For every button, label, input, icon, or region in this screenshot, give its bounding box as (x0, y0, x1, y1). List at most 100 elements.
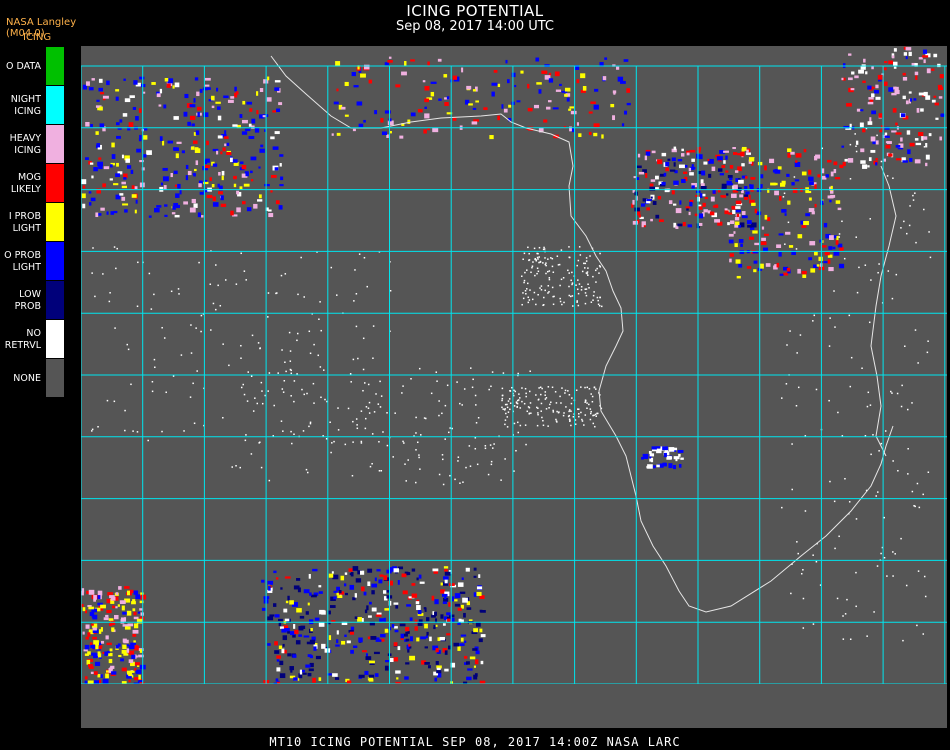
legend-item: LOW PROB (0, 281, 66, 320)
icing-pixel (649, 458, 653, 462)
icing-pixel (190, 146, 195, 150)
icing-pixel (305, 611, 309, 615)
icing-pixel (115, 122, 120, 126)
no-retrieval-pixel (897, 469, 899, 472)
no-retrieval-pixel (501, 397, 504, 400)
icing-pixel (808, 177, 811, 181)
icing-pixel (867, 101, 874, 105)
icing-pixel (105, 635, 109, 640)
no-retrieval-pixel (923, 575, 926, 578)
icing-pixel (131, 654, 136, 659)
no-retrieval-pixel (542, 262, 544, 264)
no-retrieval-pixel (901, 384, 903, 387)
icing-pixel (774, 190, 779, 196)
icing-pixel (441, 593, 448, 597)
icing-pixel (242, 100, 246, 105)
icing-pixel (769, 158, 775, 164)
icing-pixel (646, 207, 650, 211)
icing-pixel (434, 599, 439, 605)
no-retrieval-pixel (782, 196, 785, 198)
icing-pixel (344, 592, 348, 596)
icing-pixel (760, 184, 763, 189)
no-retrieval-pixel (570, 279, 572, 282)
no-retrieval-pixel (358, 253, 361, 255)
no-retrieval-pixel (849, 178, 852, 180)
no-retrieval-pixel (243, 270, 246, 272)
icing-pixel (745, 176, 748, 179)
no-retrieval-pixel (303, 393, 306, 396)
no-retrieval-pixel (569, 420, 571, 423)
icing-pixel (259, 148, 265, 153)
icing-pixel (671, 157, 676, 162)
icing-pixel (399, 623, 406, 627)
icing-pixel (171, 212, 176, 215)
icing-pixel (446, 612, 451, 616)
icing-pixel (778, 251, 782, 257)
icing-pixel (375, 614, 382, 617)
icing-pixel (227, 99, 234, 103)
no-retrieval-pixel (504, 409, 506, 411)
no-retrieval-pixel (180, 354, 183, 356)
icing-pixel (414, 626, 418, 631)
icing-pixel (217, 115, 222, 121)
icing-pixel (380, 117, 384, 123)
icing-pixel (81, 193, 86, 199)
icing-pixel (437, 58, 442, 62)
icing-pixel (134, 186, 138, 190)
icing-pixel (691, 164, 694, 168)
icing-pixel (733, 152, 738, 155)
icing-pixel (394, 629, 399, 633)
no-retrieval-pixel (435, 371, 438, 373)
icing-pixel (338, 590, 342, 594)
icing-pixel (472, 107, 477, 110)
icing-pixel (536, 82, 542, 85)
icing-pixel (183, 201, 188, 205)
no-retrieval-pixel (526, 288, 528, 290)
icing-pixel (785, 231, 791, 235)
no-retrieval-pixel (469, 465, 472, 467)
icing-pixel (292, 654, 297, 658)
no-retrieval-pixel (592, 422, 595, 425)
icing-pixel (895, 145, 901, 148)
no-retrieval-pixel (539, 386, 542, 388)
no-retrieval-pixel (417, 441, 419, 444)
icing-pixel (90, 124, 93, 128)
no-retrieval-pixel (538, 256, 540, 258)
icing-pixel (281, 648, 285, 654)
no-retrieval-pixel (92, 247, 94, 249)
no-retrieval-pixel (504, 403, 507, 406)
icing-pixel (735, 259, 741, 264)
no-retrieval-pixel (540, 393, 542, 396)
icing-pixel (474, 659, 479, 665)
no-retrieval-pixel (892, 460, 894, 462)
icing-pixel (278, 102, 283, 106)
no-retrieval-pixel (331, 442, 333, 444)
icing-pixel (84, 676, 88, 680)
icing-pixel (933, 95, 937, 98)
icing-pixel (253, 203, 258, 209)
no-retrieval-pixel (527, 246, 529, 249)
icing-pixel (732, 209, 736, 214)
icing-pixel (93, 671, 98, 675)
icing-pixel (616, 66, 620, 70)
no-retrieval-pixel (507, 400, 510, 402)
icing-pixel (728, 233, 734, 237)
no-retrieval-pixel (911, 402, 913, 404)
no-retrieval-pixel (597, 303, 600, 306)
icing-pixel (274, 131, 280, 135)
icing-pixel (415, 601, 420, 605)
no-retrieval-pixel (802, 597, 805, 600)
no-retrieval-pixel (513, 470, 515, 472)
no-retrieval-pixel (350, 381, 352, 383)
icing-pixel (422, 80, 426, 83)
icing-pixel (476, 591, 482, 596)
no-retrieval-pixel (588, 388, 591, 390)
icing-pixel (749, 236, 754, 240)
icing-pixel (249, 108, 253, 112)
icing-pixel (138, 137, 142, 142)
icing-pixel (893, 86, 897, 90)
no-retrieval-pixel (552, 409, 554, 412)
icing-pixel (646, 465, 653, 469)
no-retrieval-pixel (324, 398, 326, 401)
no-retrieval-pixel (289, 360, 292, 362)
